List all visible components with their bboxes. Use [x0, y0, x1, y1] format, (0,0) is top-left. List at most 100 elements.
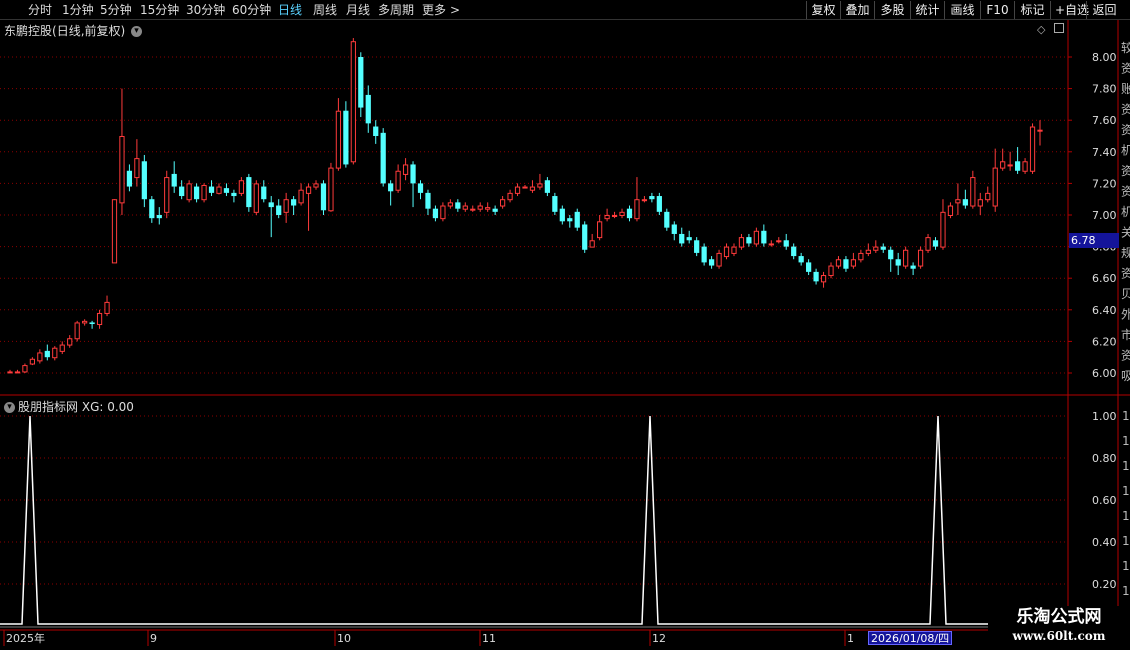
candle-body-up: [96, 312, 103, 326]
candle-body-down: [320, 183, 327, 211]
candle-body-down: [425, 192, 431, 209]
right-panel-label: 资: [1121, 185, 1130, 199]
candle-body-down: [365, 94, 371, 124]
candle-body-down: [410, 164, 416, 184]
time-tick-label: 10: [337, 632, 351, 645]
candle-body-down: [656, 196, 662, 212]
candle-body-down: [179, 186, 185, 197]
candle-body-down: [246, 177, 252, 208]
candle-body-down: [1014, 161, 1021, 171]
candle-body-down: [223, 188, 230, 193]
candle-body-up: [917, 249, 924, 267]
indicator-value: XG: 0.00: [81, 400, 134, 414]
candle-body-up: [641, 199, 648, 202]
candle-body-down: [888, 249, 894, 260]
chevron-down-icon[interactable]: ▾: [4, 402, 15, 413]
candle-body-down: [843, 259, 849, 269]
candle-body-down: [798, 256, 804, 263]
candle-body-up: [992, 167, 998, 207]
candle-body-down: [813, 271, 819, 282]
candle-body-up: [1029, 126, 1036, 172]
toolbar-button-4[interactable]: 画线: [944, 1, 980, 19]
candle-body-up: [537, 183, 543, 188]
time-tick-label: 9: [150, 632, 157, 645]
candle-body-up: [597, 221, 603, 239]
candle-body-up: [14, 371, 21, 374]
chevron-down-icon[interactable]: ▾: [131, 26, 143, 37]
toolbar-button-3[interactable]: 统计: [910, 1, 944, 19]
candle-body-down: [567, 218, 573, 222]
candle-body-down: [126, 170, 133, 187]
indicator-name[interactable]: 股朋指标网: [18, 400, 78, 414]
period-tab-8[interactable]: 月线: [346, 2, 370, 18]
indicator-tick-label: 0.60: [1092, 494, 1117, 507]
period-tab-9[interactable]: 多周期: [378, 2, 414, 18]
period-tab-3[interactable]: 15分钟: [140, 2, 179, 18]
right-panel-label: 资: [1121, 62, 1130, 76]
period-tab-0[interactable]: 分时: [28, 2, 52, 18]
toolbar-button-6[interactable]: 标记: [1014, 1, 1050, 19]
candle-body-down: [544, 180, 551, 193]
candle-body-up: [925, 237, 931, 251]
price-tick-label: 7.40: [1092, 146, 1117, 159]
price-tick-label: 6.60: [1092, 272, 1117, 285]
candle-body-down: [276, 205, 282, 215]
candle-body-up: [328, 167, 334, 212]
candle-body-down: [806, 262, 812, 272]
candle-body-up: [283, 199, 289, 213]
price-tick-label: 7.80: [1092, 83, 1117, 96]
toolbar-button-5[interactable]: F10: [980, 1, 1014, 19]
period-tab-7[interactable]: 周线: [313, 2, 337, 18]
period-tab-2[interactable]: 5分钟: [100, 2, 132, 18]
toolbar-button-0[interactable]: 复权: [806, 1, 840, 19]
candle-body-up: [238, 180, 244, 194]
candle-body-down: [679, 233, 685, 244]
candle-body-up: [589, 240, 595, 248]
candle-body-down: [149, 199, 155, 219]
period-tab-4[interactable]: 30分钟: [186, 2, 225, 18]
candle-body-down: [932, 240, 939, 247]
candle-body-down: [208, 186, 215, 193]
candle-body-up: [716, 252, 722, 267]
candle-body-down: [708, 259, 715, 266]
candle-body-up: [134, 158, 140, 179]
candle-body-down: [761, 230, 767, 244]
candle-body-up: [37, 352, 43, 362]
right-panel-label: 资: [1121, 123, 1130, 137]
candle-body-down: [574, 211, 580, 228]
right-panel-label: 资: [1121, 164, 1130, 178]
right-panel-label: 关: [1121, 226, 1130, 240]
candle-body-up: [1022, 161, 1028, 172]
candle-body-up: [776, 240, 782, 243]
right-panel-label: 账: [1121, 82, 1130, 96]
candle-body-down: [417, 183, 424, 193]
candle-body-down: [880, 246, 886, 250]
diamond-icon[interactable]: ◇: [1037, 23, 1045, 36]
toolbar-button-8[interactable]: 返回: [1086, 1, 1122, 19]
stock-name[interactable]: 东鹏控股: [4, 24, 52, 38]
period-tab-6[interactable]: 日线: [278, 2, 302, 18]
indicator-right-label: 1: [1122, 534, 1130, 548]
toolbar-button-2[interactable]: 多股: [874, 1, 910, 19]
period-tab-10[interactable]: 更多: [422, 2, 446, 18]
cursor-date-tag: 2026/01/08/四: [868, 631, 953, 645]
more-arrow-icon[interactable]: >: [450, 2, 460, 18]
candle-body-up: [955, 199, 961, 204]
candle-body-up: [335, 110, 342, 169]
indicator-right-label: 1: [1122, 484, 1130, 498]
candle-body-up: [828, 265, 834, 277]
candle-body-up: [447, 202, 453, 207]
maximize-icon[interactable]: [1054, 23, 1064, 33]
right-panel-label: 资: [1121, 267, 1130, 281]
toolbar-button-1[interactable]: 叠加: [840, 1, 874, 19]
right-panel-label: 吸: [1121, 369, 1130, 383]
candle-body-down: [291, 199, 297, 206]
candle-body-down: [962, 199, 968, 206]
period-tab-5[interactable]: 60分钟: [232, 2, 271, 18]
time-tick-label: 2025年: [6, 631, 45, 645]
price-tick-label: 7.20: [1092, 177, 1117, 190]
toolbar-button-7[interactable]: +自选: [1050, 1, 1089, 19]
period-tab-1[interactable]: 1分钟: [62, 2, 94, 18]
indicator-right-label: 1: [1122, 409, 1130, 423]
price-tick-label: 7.60: [1092, 114, 1117, 127]
